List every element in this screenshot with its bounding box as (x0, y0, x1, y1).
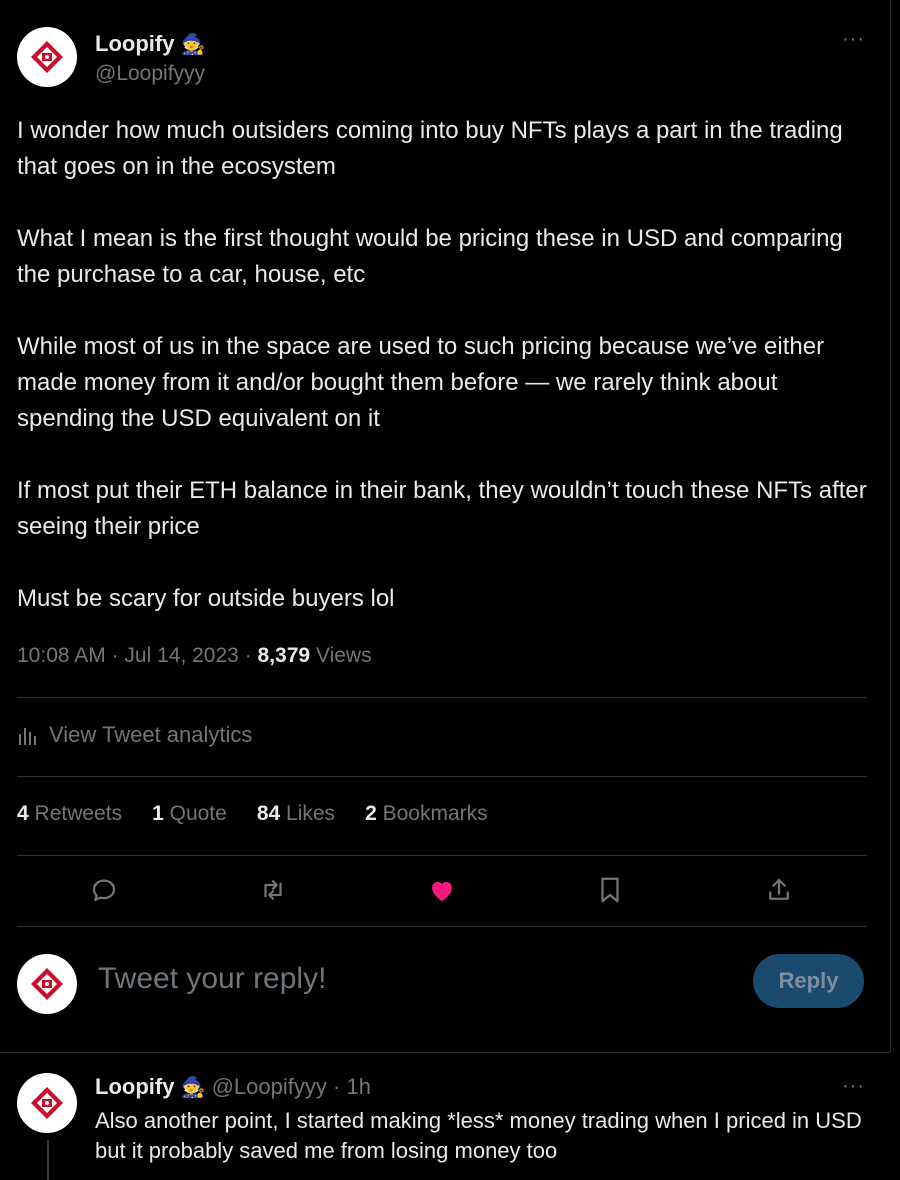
bookmark-action-button[interactable] (590, 870, 630, 910)
bookmark-icon (601, 877, 619, 903)
thread-line (47, 1140, 49, 1180)
composer-avatar[interactable] (17, 954, 77, 1014)
comment-icon (92, 879, 116, 902)
meta-separator: · (244, 644, 252, 667)
retweets-label: Retweets (34, 802, 123, 825)
analytics-label: View Tweet analytics (49, 722, 253, 747)
divider (17, 776, 867, 777)
tweet-time[interactable]: 10:08 AM (17, 644, 106, 667)
likes-stat[interactable]: 84 Likes (257, 802, 335, 826)
reply-more-options-icon[interactable]: ··· (842, 1075, 865, 1098)
loopify-logo-icon (31, 41, 63, 73)
reply-time[interactable]: 1h (346, 1074, 370, 1099)
divider (0, 1052, 890, 1053)
likes-count: 84 (256, 802, 281, 825)
views-label: Views (315, 644, 372, 667)
author-handle[interactable]: @Loopifyyy (95, 62, 205, 86)
reply-author-name[interactable]: Loopify (95, 1074, 174, 1099)
tweet-meta: 10:08 AM · Jul 14, 2023 · 8,379 Views (17, 644, 372, 668)
like-action-button[interactable] (422, 870, 462, 910)
tweet-paragraph: If most put their ETH balance in their b… (17, 477, 867, 540)
loopify-logo-icon (31, 968, 63, 1000)
reply-input[interactable]: Tweet your reply! (98, 962, 326, 996)
retweets-stat[interactable]: 4 Retweets (17, 802, 122, 826)
reply-tweet-text: Also another point, I started making *le… (95, 1108, 862, 1163)
share-action-button[interactable] (759, 870, 799, 910)
retweet-action-button[interactable] (253, 870, 293, 910)
divider (17, 855, 867, 856)
wizard-emoji-icon: 🧙 (180, 34, 206, 56)
bookmarks-stat[interactable]: 2 Bookmarks (365, 802, 488, 826)
view-analytics-link[interactable]: View Tweet analytics (17, 722, 252, 748)
reply-header: Loopify 🧙 @Loopifyyy · 1h (95, 1074, 371, 1100)
tweet-paragraph: I wonder how much outsiders coming into … (17, 117, 843, 180)
author-name-text: Loopify (95, 31, 175, 56)
loopify-logo-icon (31, 1087, 63, 1119)
more-options-icon[interactable]: ··· (842, 28, 865, 51)
likes-label: Likes (286, 802, 336, 825)
analytics-icon (19, 728, 36, 745)
meta-separator: · (111, 644, 119, 667)
quotes-count: 1 (152, 802, 164, 825)
reply-button[interactable]: Reply (753, 954, 864, 1008)
quotes-label: Quote (169, 802, 227, 825)
reply-action-button[interactable] (84, 870, 124, 910)
heart-filled-icon (432, 881, 452, 902)
bookmarks-count: 2 (365, 802, 377, 825)
author-name[interactable]: Loopify 🧙 (95, 31, 205, 57)
reply-author-handle[interactable]: @Loopifyyy (212, 1074, 327, 1099)
tweet-date[interactable]: Jul 14, 2023 (124, 644, 238, 667)
divider (17, 926, 867, 927)
retweets-count: 4 (17, 802, 29, 825)
engagement-stats: 4 Retweets 1 Quote 84 Likes 2 Bookmarks (17, 802, 488, 826)
share-icon (769, 878, 789, 900)
bookmarks-label: Bookmarks (382, 802, 488, 825)
tweet-paragraph: What I mean is the first thought would b… (17, 225, 843, 288)
reply-avatar[interactable] (17, 1073, 77, 1133)
tweet-body: I wonder how much outsiders coming into … (17, 113, 877, 653)
divider (17, 697, 867, 698)
column-border (890, 0, 891, 1052)
tweet-paragraph: Must be scary for outside buyers lol (17, 585, 395, 612)
avatar[interactable] (17, 27, 77, 87)
meta-separator: · (333, 1074, 341, 1099)
quotes-stat[interactable]: 1 Quote (152, 802, 227, 826)
views-count: 8,379 (257, 644, 311, 667)
wizard-emoji-icon: 🧙 (180, 1077, 206, 1099)
retweet-icon (264, 880, 282, 900)
tweet-paragraph: While most of us in the space are used t… (17, 333, 825, 432)
